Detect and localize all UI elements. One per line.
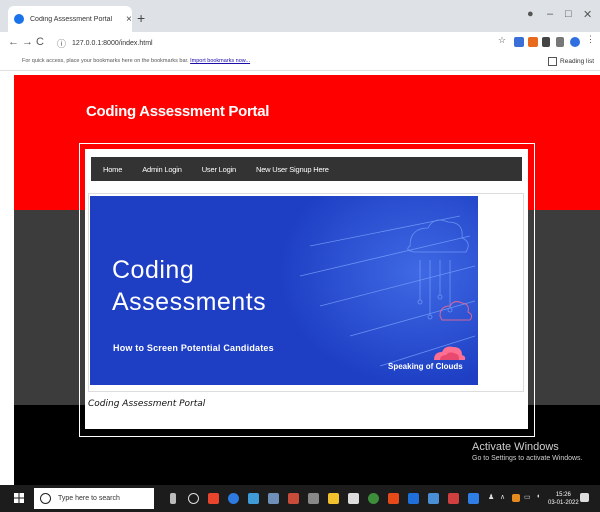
reading-mode-icon[interactable] bbox=[556, 37, 564, 47]
app-icon-orange[interactable] bbox=[288, 493, 299, 504]
maximize-icon[interactable]: □ bbox=[565, 8, 572, 20]
nav-admin-login[interactable]: Admin Login bbox=[132, 165, 192, 174]
app-icon-slate[interactable] bbox=[268, 493, 279, 504]
tray-app-icon[interactable] bbox=[512, 494, 520, 502]
site-favicon-icon bbox=[14, 14, 24, 24]
minimize-icon[interactable]: – bbox=[547, 8, 553, 20]
reading-list-button[interactable]: Reading list bbox=[548, 57, 594, 66]
page-title: Coding Assessment Portal bbox=[86, 103, 270, 120]
tray-expand-icon[interactable]: ∧ bbox=[500, 493, 505, 501]
speaking-of-clouds-logo-icon bbox=[434, 346, 466, 360]
page-viewport: Coding Assessment Portal Home Admin Logi… bbox=[14, 75, 600, 485]
banner-caption: Coding Assessment Portal bbox=[88, 399, 206, 409]
menu-kebab-icon[interactable]: ⋮ bbox=[586, 34, 596, 44]
banner-container: Coding Assessments How to Screen Potenti… bbox=[88, 193, 524, 392]
banner-heading-line1: Coding bbox=[112, 256, 195, 284]
nav-home[interactable]: Home bbox=[91, 165, 132, 174]
forward-icon[interactable]: → bbox=[22, 36, 33, 48]
banner-subtitle: How to Screen Potential Candidates bbox=[113, 343, 274, 353]
profile-avatar-icon[interactable] bbox=[570, 37, 580, 47]
taskbar-search-box[interactable]: Type here to search bbox=[34, 488, 154, 509]
back-icon[interactable]: ← bbox=[8, 36, 19, 48]
microphone-icon[interactable] bbox=[170, 493, 176, 504]
close-tab-icon[interactable]: × bbox=[126, 14, 132, 25]
app-icon-crimson[interactable] bbox=[448, 493, 459, 504]
app-icon-sky[interactable] bbox=[428, 493, 439, 504]
taskbar-clock[interactable]: 15:26 03-01-2022 bbox=[548, 491, 579, 507]
activate-windows-watermark: Activate Windows Go to Settings to activ… bbox=[472, 441, 583, 462]
windows-start-icon[interactable] bbox=[14, 493, 24, 503]
bookmark-star-icon[interactable]: ☆ bbox=[498, 35, 508, 45]
address-bar[interactable]: ⓘ 127.0.0.1:8000/index.html bbox=[55, 35, 485, 51]
extension-shield-icon[interactable] bbox=[514, 37, 524, 47]
nav-user-login[interactable]: User Login bbox=[192, 165, 246, 174]
app-icon-blue[interactable] bbox=[248, 493, 259, 504]
nav-new-user-signup[interactable]: New User Signup Here bbox=[246, 165, 339, 174]
app-icon-cobalt[interactable] bbox=[468, 493, 479, 504]
clock-time: 15:26 bbox=[555, 492, 571, 498]
search-icon bbox=[40, 493, 51, 504]
address-bar-row: ← → C ⓘ 127.0.0.1:8000/index.html bbox=[0, 32, 600, 54]
app-icon-coral[interactable] bbox=[388, 493, 399, 504]
browser-tab-strip: Coding Assessment Portal × + ● – □ ✕ bbox=[0, 0, 600, 32]
extension-puzzle-icon[interactable] bbox=[542, 37, 550, 47]
taskbar-search-placeholder: Type here to search bbox=[58, 495, 120, 502]
notification-icon[interactable] bbox=[580, 493, 589, 502]
tab-title: Coding Assessment Portal bbox=[30, 15, 113, 23]
main-navbar: Home Admin Login User Login New User Sig… bbox=[91, 157, 522, 181]
bookmarks-hint: For quick access, place your bookmarks h… bbox=[22, 58, 250, 64]
cortana-icon[interactable] bbox=[188, 493, 199, 504]
banner-heading-line2: Assessments bbox=[112, 288, 267, 316]
app-icon-red[interactable] bbox=[208, 493, 219, 504]
people-icon[interactable]: ♟ bbox=[488, 493, 494, 501]
extension-mail-icon[interactable] bbox=[528, 37, 538, 47]
banner-image: Coding Assessments How to Screen Potenti… bbox=[90, 196, 478, 385]
import-bookmarks-link[interactable]: Import bookmarks now... bbox=[190, 58, 250, 64]
bookmarks-bar: For quick access, place your bookmarks h… bbox=[0, 54, 600, 71]
profile-icon[interactable]: ● bbox=[527, 8, 534, 20]
bookmarks-hint-text: For quick access, place your bookmarks h… bbox=[22, 58, 189, 64]
volume-icon[interactable]: ◖ bbox=[536, 493, 540, 500]
app-icon-azure[interactable] bbox=[408, 493, 419, 504]
clock-date: 03-01-2022 bbox=[548, 500, 579, 506]
edge-icon[interactable] bbox=[228, 493, 239, 504]
reading-list-icon bbox=[548, 57, 558, 66]
site-info-icon[interactable]: ⓘ bbox=[57, 37, 66, 50]
windows-taskbar: Type here to search ♟ ∧ ▭ ◖ 15:26 03-01-… bbox=[0, 485, 600, 512]
content-card: Home Admin Login User Login New User Sig… bbox=[85, 149, 528, 429]
chrome-icon[interactable] bbox=[368, 493, 379, 504]
reading-list-label: Reading list bbox=[560, 58, 594, 65]
network-icon[interactable]: ▭ bbox=[524, 493, 531, 501]
store-icon[interactable] bbox=[348, 493, 359, 504]
browser-tab[interactable]: Coding Assessment Portal × bbox=[8, 6, 132, 32]
activate-windows-subtitle: Go to Settings to activate Windows. bbox=[472, 455, 583, 462]
reload-icon[interactable]: C bbox=[36, 36, 44, 48]
activate-windows-title: Activate Windows bbox=[472, 441, 559, 453]
folder-icon[interactable] bbox=[328, 493, 339, 504]
close-window-icon[interactable]: ✕ bbox=[583, 8, 592, 21]
banner-brand: Speaking of Clouds bbox=[388, 362, 463, 371]
file-explorer-icon[interactable] bbox=[308, 493, 319, 504]
new-tab-button[interactable]: + bbox=[137, 10, 145, 26]
url-text[interactable]: 127.0.0.1:8000/index.html bbox=[72, 40, 153, 47]
